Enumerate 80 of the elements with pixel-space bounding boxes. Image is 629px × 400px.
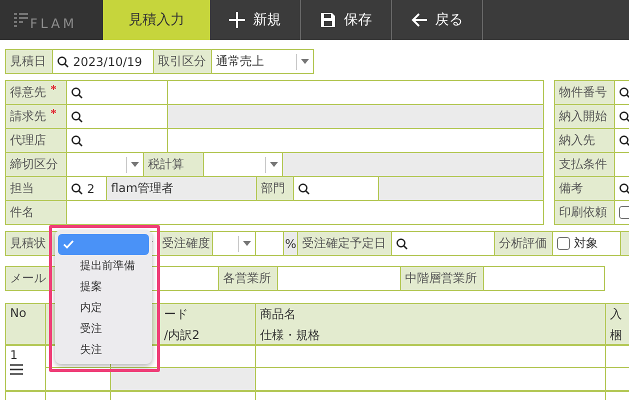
input-field[interactable]: [168, 129, 544, 153]
row-number: 1: [10, 348, 19, 362]
check-icon: [63, 240, 74, 249]
select-field[interactable]: [204, 153, 283, 177]
field-label: 物件番号: [559, 84, 607, 101]
logo: FLAM: [0, 0, 103, 40]
select-field[interactable]: 通常売上: [212, 50, 314, 74]
dropdown-arrow-icon: [131, 162, 139, 167]
search-icon: [619, 134, 629, 146]
search-icon: [71, 86, 83, 98]
search-field[interactable]: [67, 129, 168, 153]
left-arrow-icon: [411, 13, 427, 27]
column-header: No: [10, 306, 28, 320]
search-icon: [71, 182, 83, 194]
select-field[interactable]: [67, 153, 144, 177]
search-icon: [71, 134, 83, 146]
column-header: 梱: [610, 327, 623, 344]
column-header: 仕様・規格: [260, 327, 321, 344]
field-label: 取引区分: [158, 53, 206, 70]
dropdown-arrow-icon: [243, 241, 251, 246]
dropdown-option[interactable]: 失注: [58, 339, 149, 360]
field-label: 締切区分: [10, 156, 58, 173]
field-label: 見積日: [10, 53, 46, 70]
field-label: 支払条件: [559, 156, 607, 173]
field-label: 中階層営業所: [405, 270, 477, 287]
dropdown-option[interactable]: 内定: [58, 297, 149, 318]
search-icon: [57, 56, 69, 68]
tab[interactable]: 見積入力: [103, 0, 210, 40]
checkbox[interactable]: [557, 237, 570, 250]
field-label: 納入先: [559, 132, 595, 149]
plus-icon: [229, 12, 245, 28]
field-label: 請求先: [10, 108, 46, 125]
field-label: 担当: [10, 180, 34, 197]
menu-icon[interactable]: [10, 364, 23, 375]
field-label: 件名: [10, 204, 34, 221]
dropdown-option[interactable]: 提出前準備: [58, 255, 149, 276]
input-field[interactable]: [168, 81, 544, 105]
unit-label: %: [285, 236, 296, 250]
input-field[interactable]: [484, 267, 605, 291]
checkbox[interactable]: [619, 206, 629, 219]
dropdown-arrow-icon: [301, 59, 309, 64]
search-field[interactable]: 2023/10/19: [53, 50, 154, 74]
field-label: 受注確定予定日: [302, 235, 386, 252]
field-label: 受注確度: [162, 235, 210, 252]
dropdown-option[interactable]: 受注: [58, 318, 149, 339]
search-field[interactable]: [392, 232, 495, 256]
select-field[interactable]: [213, 232, 256, 256]
search-icon: [619, 182, 629, 194]
dropdown-arrow-icon: [270, 162, 278, 167]
search-icon: [71, 110, 83, 122]
field-label: 見積状: [10, 235, 46, 252]
search-icon: [619, 110, 629, 122]
input-field[interactable]: [256, 232, 284, 256]
input-field[interactable]: [67, 201, 544, 225]
field-label: 代理店: [10, 132, 46, 149]
field-label: メール: [10, 270, 46, 287]
search-field[interactable]: 2: [67, 177, 107, 201]
column-header: ード: [164, 306, 189, 323]
search-icon: [396, 238, 408, 250]
column-header: 商品名: [260, 306, 297, 323]
dropdown-option[interactable]: 提案: [58, 276, 149, 297]
search-icon: [298, 182, 310, 194]
field-label: 印刷依頼: [559, 204, 607, 221]
search-icon: [619, 86, 629, 98]
search-field[interactable]: [294, 177, 379, 201]
dropdown-option[interactable]: [58, 234, 149, 255]
field-label: 備考: [559, 180, 583, 197]
column-header: /内訳2: [164, 327, 201, 344]
field-label: 得意先: [10, 84, 46, 101]
input-field: flam管理者: [107, 177, 257, 201]
field-label: 部門: [261, 180, 285, 197]
search-field[interactable]: [67, 105, 168, 129]
input-field[interactable]: [278, 267, 401, 291]
field-label: 分析評価: [499, 235, 547, 252]
search-field[interactable]: [67, 81, 168, 105]
field-label: 納入開始: [559, 108, 607, 125]
column-header: 入: [610, 306, 623, 323]
field-label: 各営業所: [223, 270, 271, 287]
field-label: 税計算: [148, 156, 184, 173]
checkbox-label: 対象: [574, 235, 598, 252]
